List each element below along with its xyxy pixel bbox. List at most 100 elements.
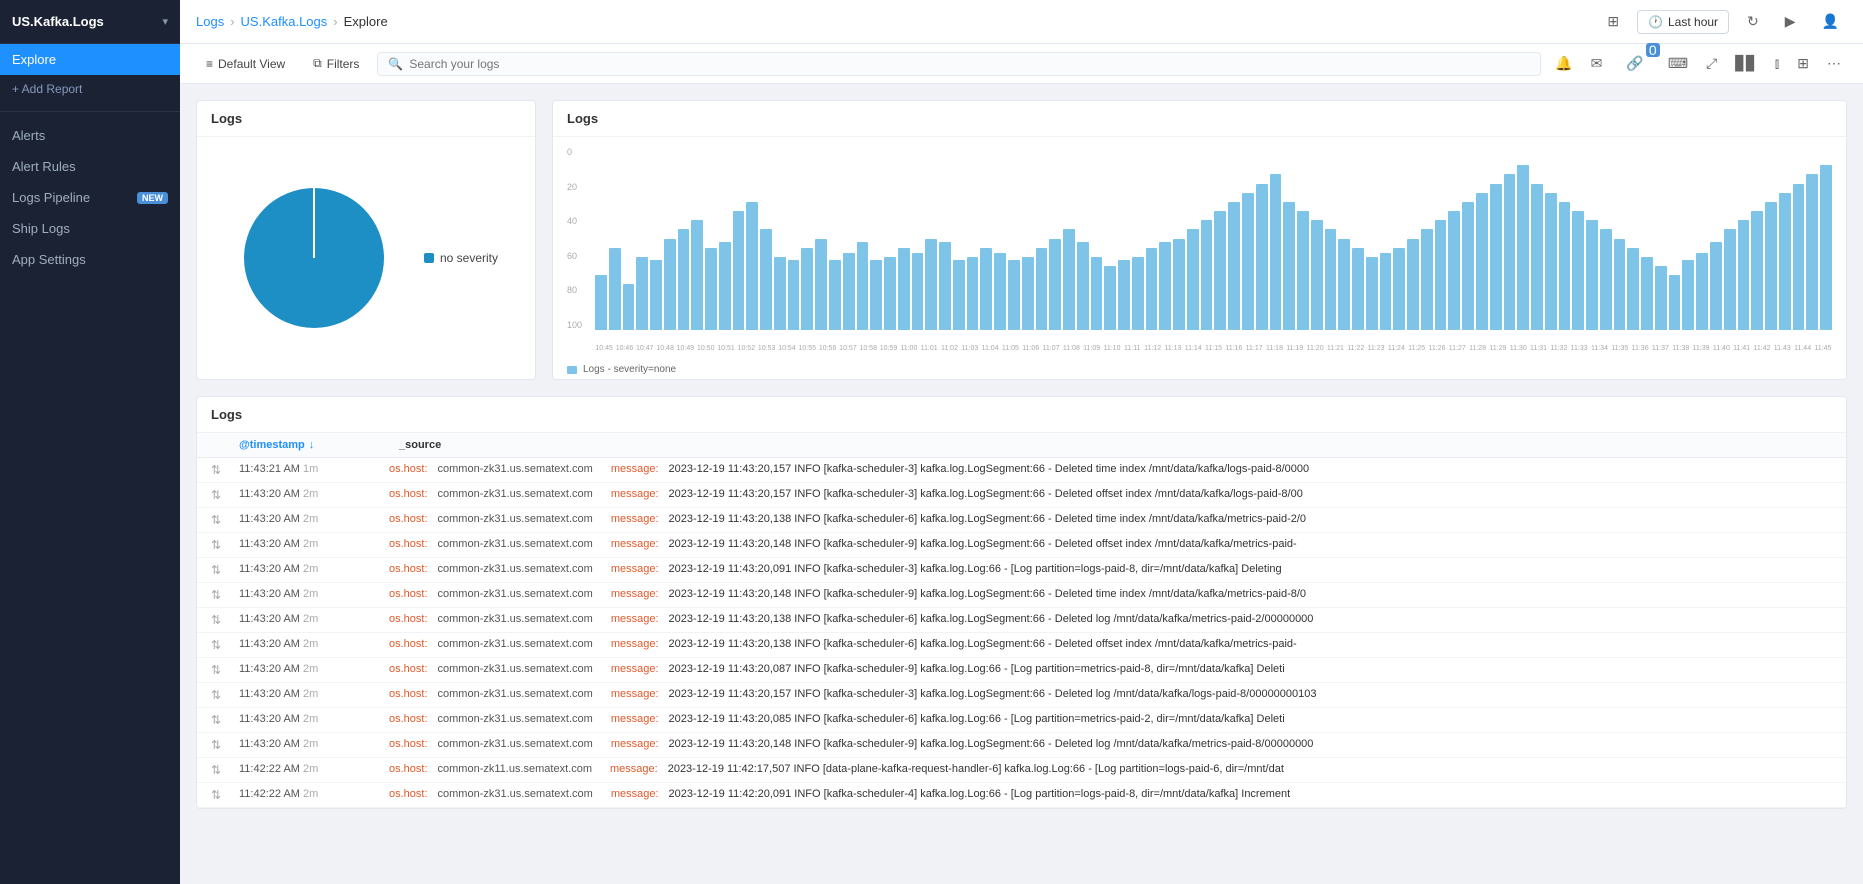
log-expand-icon[interactable]: ⇅ <box>211 763 229 777</box>
col-header-timestamp[interactable]: @timestamp ↓ <box>239 439 389 451</box>
add-report-button[interactable]: + Add Report <box>0 75 180 103</box>
log-expand-icon[interactable]: ⇅ <box>211 613 229 627</box>
log-timestamp: 11:43:20 AM 2m <box>239 738 379 750</box>
bar-col <box>760 147 772 330</box>
more-icon[interactable]: ⋯ <box>1821 51 1847 76</box>
bar-x-label: 10:49 <box>676 345 694 352</box>
bar-col <box>1793 147 1805 330</box>
bar <box>623 284 635 330</box>
table-icon[interactable]: ⊞ <box>1791 51 1815 76</box>
sidebar-item-ship-logs[interactable]: Ship Logs <box>0 213 180 244</box>
log-expand-icon[interactable]: ⇅ <box>211 588 229 602</box>
log-host-key: os.host: <box>389 788 428 800</box>
bar-x-label: 11:42 <box>1753 345 1771 352</box>
bar-col <box>939 147 951 330</box>
columns-icon[interactable]: ⫾ <box>1769 51 1785 76</box>
bar <box>1242 193 1254 330</box>
bar-x-label: 10:58 <box>859 345 877 352</box>
sidebar-item-alerts[interactable]: Alerts <box>0 120 180 151</box>
bar-col <box>678 147 690 330</box>
filter-icon: ⧉ <box>313 56 322 71</box>
refresh-icon[interactable]: ↻ <box>1739 8 1767 35</box>
mail-icon[interactable]: ✉ <box>1585 51 1609 76</box>
log-timestamp: 11:43:20 AM 2m <box>239 638 379 650</box>
expand-icon[interactable]: ⤢ <box>1700 51 1723 76</box>
bar-col <box>1806 147 1818 330</box>
content: Logs no severity Logs <box>180 84 1863 884</box>
bar-legend-label: Logs - severity=none <box>583 364 676 375</box>
bar-legend: Logs - severity=none <box>553 360 1846 379</box>
sidebar-item-explore[interactable]: Explore <box>0 44 180 75</box>
log-row: ⇅ 11:43:20 AM 2m os.host: common-zk31.us… <box>197 608 1846 633</box>
log-expand-icon[interactable]: ⇅ <box>211 463 229 477</box>
bar-col <box>1091 147 1103 330</box>
breadcrumb-us-kafka[interactable]: US.Kafka.Logs <box>241 14 328 29</box>
apps-icon[interactable]: ⊞ <box>1599 8 1627 35</box>
bar-col <box>801 147 813 330</box>
bar <box>678 229 690 330</box>
search-input[interactable] <box>409 57 1530 71</box>
log-expand-icon[interactable]: ⇅ <box>211 788 229 802</box>
timestamp-col-label: @timestamp <box>239 439 305 451</box>
sidebar-item-alert-rules[interactable]: Alert Rules <box>0 151 180 182</box>
default-view-button[interactable]: ≡ Default View <box>196 52 295 76</box>
sidebar-item-logs-pipeline[interactable]: Logs Pipeline NEW <box>0 182 180 213</box>
bar-y-labels: 100 80 60 40 20 0 <box>567 147 591 330</box>
bar <box>967 257 979 330</box>
log-expand-icon[interactable]: ⇅ <box>211 738 229 752</box>
log-expand-icon[interactable]: ⇅ <box>211 638 229 652</box>
bar-x-label: 11:37 <box>1651 345 1669 352</box>
bar-col <box>1187 147 1199 330</box>
bar-col <box>1724 147 1736 330</box>
bar <box>1490 184 1502 330</box>
bar <box>1228 202 1240 330</box>
time-filter[interactable]: 🕐 Last hour <box>1637 10 1729 34</box>
bar-x-label: 11:14 <box>1184 345 1202 352</box>
keyboard-icon[interactable]: ⌨ <box>1662 51 1694 76</box>
bar-col <box>857 147 869 330</box>
bar-col <box>1352 147 1364 330</box>
search-icon: 🔍 <box>388 57 403 71</box>
log-expand-icon[interactable]: ⇅ <box>211 713 229 727</box>
sidebar-item-app-settings[interactable]: App Settings <box>0 244 180 275</box>
bell-icon[interactable]: 🔔 <box>1549 51 1578 76</box>
bar-col <box>1600 147 1612 330</box>
sidebar-header[interactable]: US.Kafka.Logs ▾ <box>0 0 180 44</box>
bar <box>898 248 910 330</box>
log-host-val: common-zk31.us.sematext.com <box>438 638 593 650</box>
bar <box>1462 202 1474 330</box>
log-expand-icon[interactable]: ⇅ <box>211 688 229 702</box>
bar-col <box>1476 147 1488 330</box>
bar <box>1682 260 1694 330</box>
bar <box>1022 257 1034 330</box>
log-host-key: os.host: <box>389 538 428 550</box>
bar <box>1311 220 1323 330</box>
bar-col <box>1751 147 1763 330</box>
log-row: ⇅ 11:43:21 AM 1m os.host: common-zk31.us… <box>197 458 1846 483</box>
filters-button[interactable]: ⧉ Filters <box>303 51 369 76</box>
bar-col <box>609 147 621 330</box>
log-expand-icon[interactable]: ⇅ <box>211 513 229 527</box>
bar <box>1325 229 1337 330</box>
bar-x-label: 11:36 <box>1631 345 1649 352</box>
bar-x-label: 11:41 <box>1733 345 1751 352</box>
bar-x-label: 11:01 <box>920 345 938 352</box>
bar-col <box>994 147 1006 330</box>
log-expand-icon[interactable]: ⇅ <box>211 538 229 552</box>
log-row: ⇅ 11:43:20 AM 2m os.host: common-zk31.us… <box>197 683 1846 708</box>
bar-x-label: 10:55 <box>798 345 816 352</box>
play-icon[interactable]: ▶ <box>1777 8 1804 35</box>
bar-col <box>1146 147 1158 330</box>
bar <box>1669 275 1681 330</box>
bar-col <box>1517 147 1529 330</box>
log-expand-icon[interactable]: ⇅ <box>211 663 229 677</box>
breadcrumb-logs[interactable]: Logs <box>196 14 224 29</box>
toolbar-right-icons: 🔔 ✉ 🔗 0 ⌨ ⤢ ▊▊ ⫾ ⊞ ⋯ <box>1549 47 1847 80</box>
bar <box>733 211 745 330</box>
bar-chart-icon[interactable]: ▊▊ <box>1729 51 1763 76</box>
user-icon[interactable]: 👤 <box>1814 8 1847 35</box>
log-expand-icon[interactable]: ⇅ <box>211 563 229 577</box>
bar-x-label: 11:43 <box>1773 345 1791 352</box>
log-expand-icon[interactable]: ⇅ <box>211 488 229 502</box>
bar-col <box>1407 147 1419 330</box>
